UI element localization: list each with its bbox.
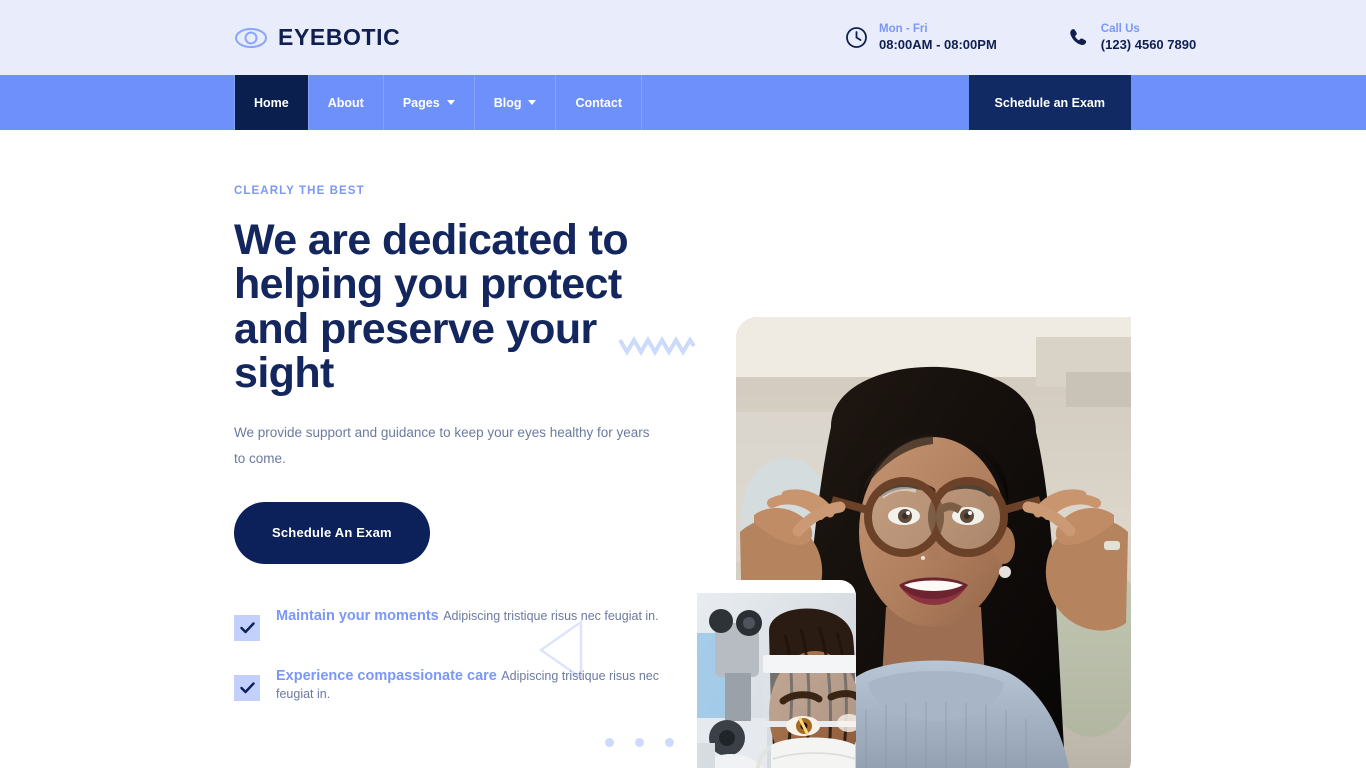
hero-eyebrow: CLEARLY THE BEST <box>234 185 365 197</box>
feature-title: Maintain your moments <box>276 607 439 624</box>
hero-cta-label: Schedule An Exam <box>272 525 392 541</box>
hero-content: CLEARLY THE BEST We are dedicated to hel… <box>234 185 694 703</box>
nav-item-home[interactable]: Home <box>234 75 309 130</box>
feature-item: Maintain your moments Adipiscing tristiq… <box>234 607 694 641</box>
hero-small-image-frame <box>684 580 856 768</box>
feature-item: Experience compassionate care Adipiscing… <box>234 667 694 703</box>
brand-logo[interactable]: EYEBOTIC <box>234 24 400 51</box>
phone-value: (123) 4560 7890 <box>1100 37 1197 53</box>
dot <box>605 738 614 747</box>
hero-section: CLEARLY THE BEST We are dedicated to hel… <box>0 130 1366 768</box>
brand-name: EYEBOTIC <box>278 24 401 50</box>
contact-hours: Mon - Fri 08:00AM - 08:00PM <box>845 22 997 53</box>
nav-label-about: About <box>327 95 364 110</box>
hero-feature-list: Maintain your moments Adipiscing tristiq… <box>234 607 694 703</box>
hours-label: Mon - Fri <box>879 22 928 35</box>
check-icon <box>234 674 260 701</box>
phone-label: Call Us <box>1100 22 1140 35</box>
nav-label-contact: Contact <box>575 95 622 110</box>
nav-item-pages[interactable]: Pages <box>384 75 475 130</box>
nav-item-contact[interactable]: Contact <box>556 75 642 130</box>
schedule-an-exam-button[interactable]: Schedule An Exam <box>234 501 430 564</box>
nav-item-about[interactable]: About <box>309 75 384 130</box>
chevron-down-icon <box>446 100 455 105</box>
top-header-bar: EYEBOTIC Mon - Fri 08:00AM - 08:00PM Cal… <box>0 0 1366 75</box>
nav-cta-label: Schedule an Exam <box>994 95 1105 110</box>
dot <box>665 738 674 747</box>
check-icon <box>234 614 260 641</box>
phone-icon <box>1067 26 1090 49</box>
header-contacts: Mon - Fri 08:00AM - 08:00PM Call Us (123… <box>845 22 1197 53</box>
hero-description: We provide support and guidance to keep … <box>234 425 650 467</box>
page-title: We are dedicated to helping you protect … <box>234 216 629 397</box>
nav-schedule-exam-button[interactable]: Schedule an Exam <box>968 75 1131 130</box>
main-navigation: Home About Pages Blog Contact Schedule a… <box>0 75 1366 130</box>
chevron-down-icon <box>528 100 537 105</box>
hero-small-image <box>697 593 856 768</box>
nav-items: Home About Pages Blog Contact <box>234 75 642 130</box>
dot <box>635 738 644 747</box>
clock-icon <box>845 26 868 49</box>
eye-icon <box>234 27 268 49</box>
hours-value: 08:00AM - 08:00PM <box>879 37 997 53</box>
nav-label-pages: Pages <box>402 95 440 110</box>
nav-item-blog[interactable]: Blog <box>475 75 557 130</box>
contact-phone[interactable]: Call Us (123) 4560 7890 <box>1067 22 1197 53</box>
dot-grid-decoration <box>605 738 695 768</box>
feature-description: Adipiscing tristique risus nec feugiat i… <box>443 608 659 623</box>
nav-label-blog: Blog <box>493 95 522 110</box>
feature-title: Experience compassionate care <box>276 667 497 684</box>
nav-label-home: Home <box>254 95 289 110</box>
